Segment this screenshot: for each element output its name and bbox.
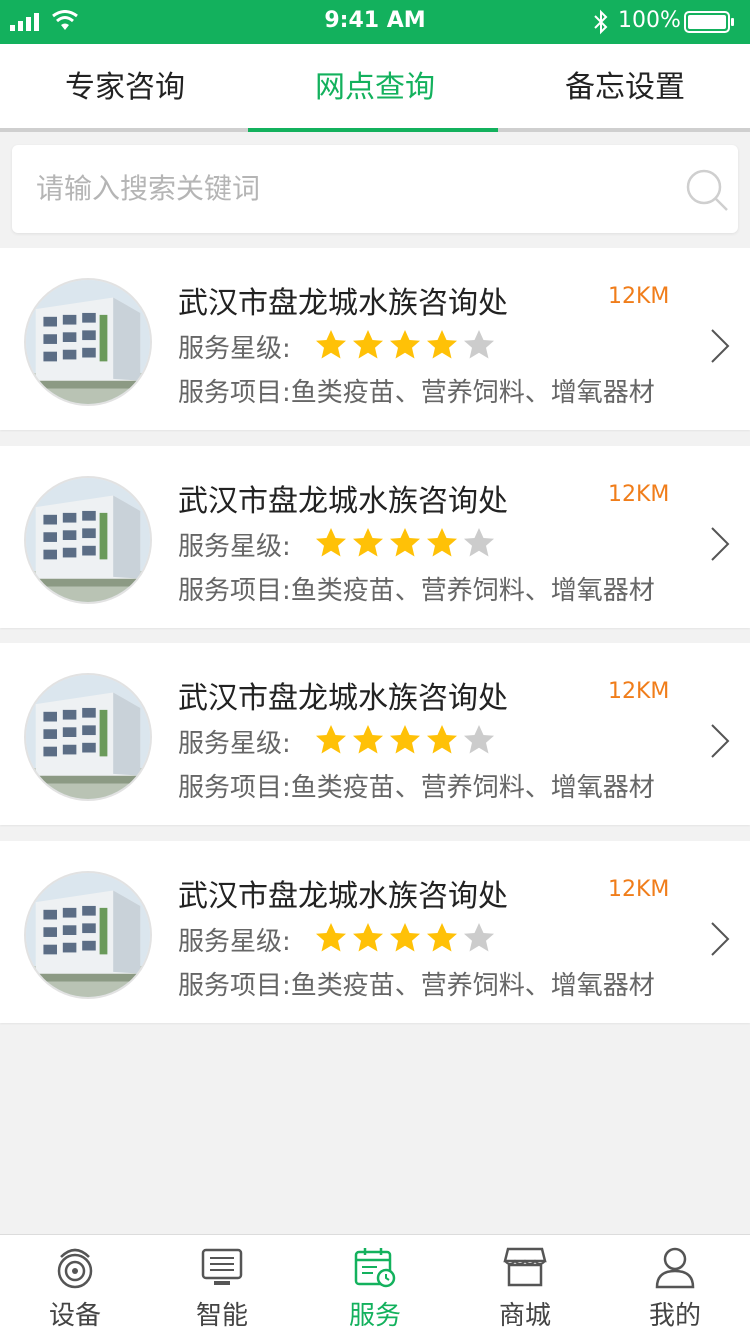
shop-icon [503, 1247, 547, 1287]
star-filled-icon [427, 923, 457, 952]
outlet-distance: 12KM [608, 284, 670, 309]
star-empty-icon [464, 330, 494, 359]
outlet-avatar [24, 871, 152, 999]
star-empty-icon [464, 923, 494, 952]
star-filled-icon [390, 528, 420, 557]
outlet-services: 服务项目:鱼类疫苗、营养饲料、增氧器材 [178, 971, 655, 1001]
outlet-services: 服务项目:鱼类疫苗、营养饲料、增氧器材 [178, 773, 655, 803]
outlet-name: 武汉市盘龙城水族咨询处 [178, 484, 508, 519]
star-filled-icon [353, 923, 383, 952]
battery-percent: 100% [618, 8, 681, 33]
rating-stars [314, 723, 496, 759]
outlet-name: 武汉市盘龙城水族咨询处 [178, 286, 508, 321]
nav-mine[interactable]: 我的 [600, 1235, 750, 1334]
outlet-card-4[interactable]: 武汉市盘龙城水族咨询处 12KM 服务星级: 服务项目:鱼类疫苗、营养饲料、增氧… [0, 841, 750, 1023]
building-image [26, 280, 150, 404]
building-image [26, 675, 150, 799]
star-filled-icon [390, 923, 420, 952]
nav-smart[interactable]: 智能 [147, 1235, 297, 1334]
outlet-distance: 12KM [608, 679, 670, 704]
status-bar: 9:41 AM 100% [0, 0, 750, 44]
building-image [26, 478, 150, 602]
search-placeholder: 请输入搜索关键词 [36, 172, 261, 205]
star-filled-icon [390, 330, 420, 359]
rating-stars [314, 921, 496, 957]
bluetooth-icon [594, 9, 608, 35]
chevron-right-icon [711, 527, 730, 561]
star-filled-icon [390, 725, 420, 754]
nav-mine-label: 我的 [648, 1301, 701, 1331]
outlet-card-1[interactable]: 武汉市盘龙城水族咨询处 12KM 服务星级: 服务项目:鱼类疫苗、营养饲料、增氧… [0, 248, 750, 430]
outlet-distance: 12KM [608, 482, 670, 507]
tab-expert-consult[interactable]: 专家咨询 [0, 44, 250, 132]
nav-smart-label: 智能 [195, 1301, 248, 1331]
chevron-right-icon [711, 724, 730, 758]
rating-label: 服务星级: [178, 729, 291, 759]
active-tab-indicator [248, 128, 498, 132]
star-filled-icon [316, 528, 346, 557]
battery-icon [684, 11, 734, 33]
building-image [26, 873, 150, 997]
nav-shop[interactable]: 商城 [450, 1235, 600, 1334]
star-filled-icon [353, 528, 383, 557]
rating-label: 服务星级: [178, 927, 291, 957]
star-filled-icon [316, 330, 346, 359]
profile-icon [655, 1247, 695, 1289]
top-tabs: 专家咨询 网点查询 备忘设置 [0, 44, 750, 132]
service-calendar-icon [354, 1248, 396, 1288]
tab-outlet-search[interactable]: 网点查询 [250, 44, 500, 132]
tab-memo-settings[interactable]: 备忘设置 [500, 44, 750, 132]
outlet-card-2[interactable]: 武汉市盘龙城水族咨询处 12KM 服务星级: 服务项目:鱼类疫苗、营养饲料、增氧… [0, 446, 750, 628]
outlet-avatar [24, 278, 152, 406]
search-icon[interactable] [682, 165, 730, 213]
outlet-name: 武汉市盘龙城水族咨询处 [178, 681, 508, 716]
outlet-card-3[interactable]: 武汉市盘龙城水族咨询处 12KM 服务星级: 服务项目:鱼类疫苗、营养饲料、增氧… [0, 643, 750, 825]
nav-service-label: 服务 [348, 1301, 401, 1331]
chevron-right-icon [711, 922, 730, 956]
star-empty-icon [464, 528, 494, 557]
outlet-services: 服务项目:鱼类疫苗、营养饲料、增氧器材 [178, 378, 655, 408]
outlet-distance: 12KM [608, 877, 670, 902]
bottom-nav: 设备 智能 服务 商城 我的 [0, 1234, 750, 1334]
smart-icon [201, 1248, 243, 1285]
outlet-avatar [24, 476, 152, 604]
outlet-name: 武汉市盘龙城水族咨询处 [178, 879, 508, 914]
nav-device-label: 设备 [48, 1301, 101, 1331]
outlet-services: 服务项目:鱼类疫苗、营养饲料、增氧器材 [178, 576, 655, 606]
star-filled-icon [316, 725, 346, 754]
search-input[interactable]: 请输入搜索关键词 [12, 145, 738, 233]
outlet-avatar [24, 673, 152, 801]
device-icon [57, 1248, 93, 1289]
rating-label: 服务星级: [178, 334, 291, 364]
rating-stars [314, 328, 496, 364]
nav-device[interactable]: 设备 [0, 1235, 150, 1334]
star-filled-icon [316, 923, 346, 952]
nav-service[interactable]: 服务 [300, 1235, 450, 1334]
star-filled-icon [427, 330, 457, 359]
star-empty-icon [464, 725, 494, 754]
star-filled-icon [353, 725, 383, 754]
rating-label: 服务星级: [178, 532, 291, 562]
star-filled-icon [353, 330, 383, 359]
chevron-right-icon [711, 329, 730, 363]
star-filled-icon [427, 725, 457, 754]
rating-stars [314, 526, 496, 562]
nav-shop-label: 商城 [498, 1301, 551, 1331]
star-filled-icon [427, 528, 457, 557]
